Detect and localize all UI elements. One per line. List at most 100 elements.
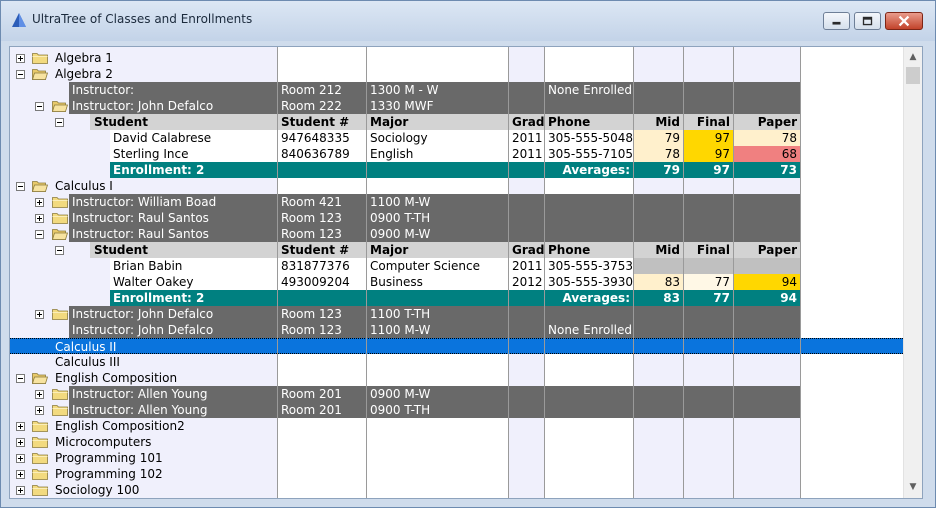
enrollment-summary-row[interactable]: Enrollment: 2 Averages: 83 77 94 (10, 290, 903, 306)
time-cell: 0900 M-W (366, 226, 508, 242)
phone-cell: 305-555-3930 (544, 274, 633, 290)
close-button[interactable] (885, 12, 923, 30)
status-cell: None Enrolled (544, 82, 633, 98)
blank-cell (508, 226, 544, 242)
student-header-row[interactable]: Student Student # Major Grad Phone Mid Final Pa… (10, 114, 903, 130)
expand-plus-icon[interactable] (35, 214, 44, 223)
final-score-cell (683, 258, 733, 274)
expand-plus-icon[interactable] (16, 54, 25, 63)
enrollment-summary-row[interactable]: Enrollment: 2 Averages: 79 97 73 (10, 162, 903, 178)
room-cell: Room 212 (277, 82, 366, 98)
grad-cell: 2012 (508, 274, 544, 290)
scroll-down-arrow-icon[interactable]: ▼ (904, 479, 922, 496)
instructor-label: Instructor: (69, 82, 277, 98)
class-node-programming-102[interactable]: Programming 102 (10, 466, 903, 482)
phone-cell: 305-555-3753 (544, 258, 633, 274)
major-cell: Business (366, 274, 508, 290)
expand-plus-icon[interactable] (35, 310, 44, 319)
expand-plus-icon[interactable] (35, 406, 44, 415)
averages-label: Averages: (544, 290, 633, 306)
collapse-minus-icon[interactable] (16, 182, 25, 191)
folder-icon (52, 197, 68, 208)
collapse-minus-icon[interactable] (35, 230, 44, 239)
vertical-scrollbar[interactable]: ▲ ▼ (903, 47, 922, 498)
class-node-calculus-3[interactable]: Calculus III (10, 354, 903, 370)
expand-plus-icon[interactable] (35, 390, 44, 399)
instructor-node[interactable]: Instructor: John Defalco Room 123 1100 T-T… (10, 306, 903, 322)
time-cell: 0900 M-W (366, 386, 508, 402)
title-bar[interactable]: UltraTree of Classes and Enrollments (1, 1, 935, 41)
room-cell: Room 201 (277, 402, 366, 418)
student-row[interactable]: Brian Babin 831877376 Computer Science 2011… (10, 258, 903, 274)
class-node-algebra-1[interactable]: Algebra 1 (10, 50, 903, 66)
ultratree[interactable]: Algebra 1 Algebra 2 Instructor: Room 212 130… (10, 47, 903, 498)
class-label: Algebra 1 (55, 51, 113, 65)
blank-cell (633, 210, 800, 226)
maximize-icon (862, 16, 873, 26)
minimize-button[interactable] (823, 12, 850, 30)
student-name: Sterling Ince (110, 146, 277, 162)
student-no-header: Student # (277, 114, 366, 130)
blank-cell (508, 162, 544, 178)
class-node-programming-101[interactable]: Programming 101 (10, 450, 903, 466)
expand-plus-icon[interactable] (16, 422, 25, 431)
instructor-node[interactable]: Instructor: John Defalco Room 123 1100 M-W… (10, 322, 903, 338)
student-no-header: Student # (277, 242, 366, 258)
instructor-label: Instructor: Raul Santos (69, 226, 277, 242)
student-row[interactable]: David Calabrese 947648335 Sociology 2011 305… (10, 130, 903, 146)
class-label: Microcomputers (55, 435, 152, 449)
instructor-node[interactable]: Instructor: Raul Santos Room 123 0900 M-W (10, 226, 903, 242)
paper-score-cell: 94 (733, 274, 800, 290)
folder-icon (32, 453, 48, 464)
blank-cell (508, 82, 544, 98)
instructor-node[interactable]: Instructor: Room 212 1300 M - W None Enroll… (10, 82, 903, 98)
class-node-calculus-2[interactable]: Calculus II (10, 338, 903, 354)
class-node-sociology-100[interactable]: Sociology 100 (10, 482, 903, 498)
student-header-row[interactable]: Student Student # Major Grad Phone Mid Final Pa… (10, 242, 903, 258)
app-window: UltraTree of Classes and Enrollments Alg… (0, 0, 936, 508)
blank-cell (508, 402, 544, 418)
paper-average: 94 (733, 290, 800, 306)
student-row[interactable]: Walter Oakey 493009204 Business 2012 305-555… (10, 274, 903, 290)
blank-cell (633, 402, 800, 418)
class-node-calculus-1[interactable]: Calculus I (10, 178, 903, 194)
expand-plus-icon[interactable] (16, 454, 25, 463)
open-folder-icon (32, 373, 48, 384)
instructor-node[interactable]: Instructor: William Boad Room 421 1100 M-W (10, 194, 903, 210)
room-cell: Room 123 (277, 210, 366, 226)
collapse-minus-icon[interactable] (55, 118, 64, 127)
class-label: Programming 102 (55, 467, 163, 481)
instructor-node[interactable]: Instructor: Raul Santos Room 123 0900 T-TH (10, 210, 903, 226)
collapse-minus-icon[interactable] (16, 70, 25, 79)
class-node-english-composition[interactable]: English Composition (10, 370, 903, 386)
instructor-node[interactable]: Instructor: Allen Young Room 201 0900 M-W (10, 386, 903, 402)
student-id-cell: 840636789 (277, 146, 366, 162)
collapse-minus-icon[interactable] (16, 374, 25, 383)
expand-plus-icon[interactable] (35, 198, 44, 207)
mid-score-cell: 79 (633, 130, 683, 146)
maximize-button[interactable] (854, 12, 881, 30)
collapse-minus-icon[interactable] (55, 246, 64, 255)
class-node-microcomputers[interactable]: Microcomputers (10, 434, 903, 450)
room-cell: Room 421 (277, 194, 366, 210)
mid-score-cell: 83 (633, 274, 683, 290)
class-node-english-composition-2[interactable]: English Composition2 (10, 418, 903, 434)
paper-header: Paper (733, 114, 800, 130)
status-cell (544, 386, 633, 402)
blank-cell (633, 98, 800, 114)
scroll-up-arrow-icon[interactable]: ▲ (904, 49, 922, 66)
class-label: Programming 101 (55, 451, 163, 465)
expand-plus-icon[interactable] (16, 438, 25, 447)
expand-plus-icon[interactable] (16, 486, 25, 495)
instructor-node[interactable]: Instructor: Allen Young Room 201 0900 T-TH (10, 402, 903, 418)
instructor-label: Instructor: Allen Young (69, 402, 277, 418)
ultratree-app-icon (12, 13, 26, 27)
blank-cell (633, 306, 800, 322)
instructor-node[interactable]: Instructor: John Defalco Room 222 1330 MWF (10, 98, 903, 114)
collapse-minus-icon[interactable] (35, 102, 44, 111)
student-row[interactable]: Sterling Ince 840636789 English 2011 305-555… (10, 146, 903, 162)
class-node-algebra-2[interactable]: Algebra 2 (10, 66, 903, 82)
student-id-cell: 493009204 (277, 274, 366, 290)
expand-plus-icon[interactable] (16, 470, 25, 479)
scroll-thumb[interactable] (906, 67, 920, 84)
